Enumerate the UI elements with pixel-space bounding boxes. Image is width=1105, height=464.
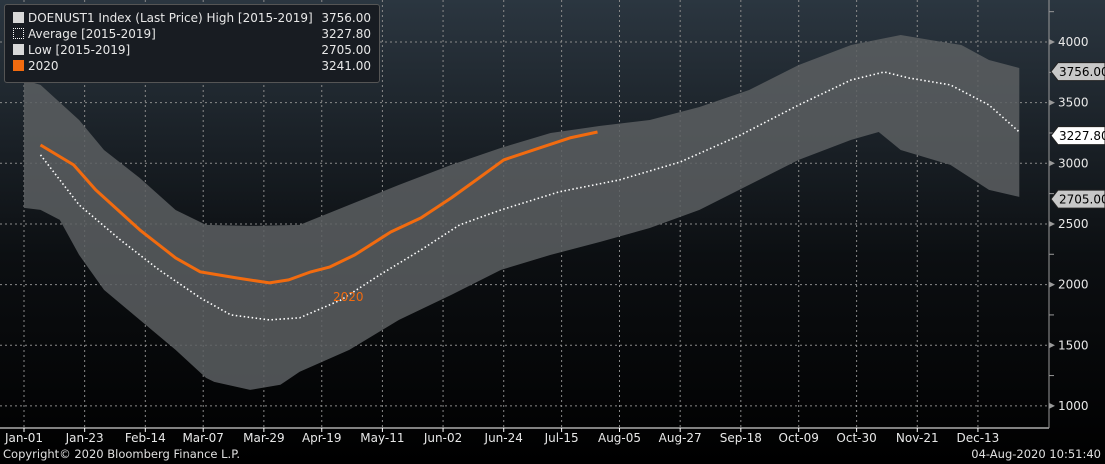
x-tick-label: Feb-14 [125, 431, 166, 445]
x-tick-label: Oct-30 [836, 431, 876, 445]
legend-item-high: DOENUST1 Index (Last Price) High [2015-2… [13, 11, 313, 27]
price-tag-label: 3756.00 [1059, 65, 1105, 79]
y-tick-label: 1500 [1058, 338, 1089, 352]
y-tick-label: 3000 [1058, 156, 1089, 170]
legend-value-low: 2705.00 [321, 43, 371, 57]
legend-value-high: 3756.00 [321, 11, 371, 25]
y-tick-label: 1000 [1058, 399, 1089, 413]
x-tick-label: Apr-19 [302, 431, 342, 445]
legend-item-2020: 2020 [13, 59, 59, 75]
x-tick-label: Jan-01 [4, 431, 43, 445]
legend-label: Low [2015-2019] [28, 43, 131, 57]
price-tag-label: 3227.80 [1059, 129, 1105, 143]
legend: DOENUST1 Index (Last Price) High [2015-2… [4, 4, 380, 83]
x-tick-label: Dec-13 [957, 431, 1000, 445]
y-tick-label: 2000 [1058, 278, 1089, 292]
annotation-2020: 2020 [333, 290, 364, 304]
x-tick-label: Mar-07 [182, 431, 223, 445]
legend-label: 2020 [28, 59, 59, 73]
x-tick-label: Oct-09 [779, 431, 819, 445]
y-tick-label: 2500 [1058, 217, 1089, 231]
legend-label: DOENUST1 Index (Last Price) High [2015-2… [28, 11, 313, 25]
copyright: Copyright© 2020 Bloomberg Finance L.P. [3, 447, 240, 461]
swatch-2020 [13, 60, 24, 71]
timestamp: 04-Aug-2020 10:51:40 [971, 447, 1101, 461]
x-tick-label: Aug-05 [598, 431, 641, 445]
x-tick-label: Jan-23 [65, 431, 104, 445]
swatch-high [13, 12, 24, 23]
x-tick-label: Jun-02 [423, 431, 462, 445]
legend-item-average: Average [2015-2019] [13, 27, 156, 43]
y-tick-label: 4000 [1058, 35, 1089, 49]
legend-item-low: Low [2015-2019] [13, 43, 130, 59]
price-tag-label: 2705.00 [1059, 193, 1105, 207]
x-tick-label: Nov-21 [896, 431, 939, 445]
swatch-low [13, 44, 24, 55]
legend-value-average: 3227.80 [321, 27, 371, 41]
x-tick-label: Mar-29 [243, 431, 284, 445]
legend-value-2020: 3241.00 [321, 59, 371, 73]
x-tick-label: Jul-15 [544, 431, 579, 445]
swatch-average [13, 28, 24, 39]
x-tick-label: Aug-27 [659, 431, 702, 445]
x-tick-label: Sep-18 [720, 431, 762, 445]
y-tick-label: 3500 [1058, 96, 1089, 110]
x-tick-label: Jun-24 [484, 431, 523, 445]
legend-label: Average [2015-2019] [28, 27, 156, 41]
x-tick-label: May-11 [360, 431, 404, 445]
